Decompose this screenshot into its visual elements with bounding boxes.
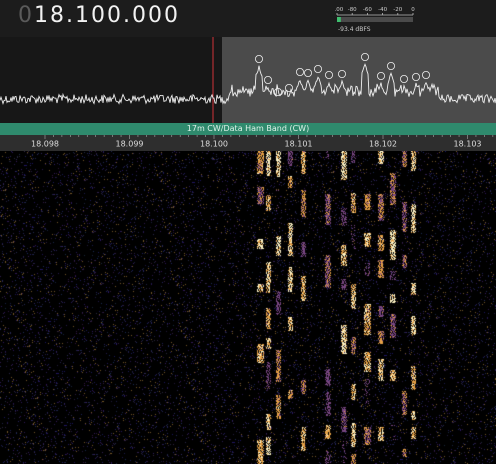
frequency-display[interactable]: 018.100.000 (18, 3, 180, 28)
signal-meter: -100 -80 -60 -40 -20 0 -93.4 dBFS (335, 7, 415, 33)
scale-label: 18.103 (454, 140, 482, 149)
frequency-scale[interactable]: 18.098 18.099 18.100 18.101 18.102 18.103 (0, 135, 496, 151)
passband-selection[interactable] (222, 37, 496, 123)
waterfall-display[interactable] (0, 151, 496, 464)
scale-label: 18.098 (31, 140, 59, 149)
scale-label: 18.099 (116, 140, 144, 149)
meter-tick-label: -60 (363, 7, 372, 13)
meter-track (337, 17, 413, 22)
scale-label: 18.102 (369, 140, 397, 149)
meter-tick-label: -80 (348, 7, 357, 13)
frequency-leading-digit: 0 (18, 3, 34, 28)
meter-level-bar (337, 17, 341, 22)
band-plan-bar[interactable]: 17m CW/Data Ham Band (CW) (0, 123, 496, 135)
meter-tick-label: 0 (411, 7, 415, 13)
scale-label: 18.101 (285, 140, 313, 149)
meter-tick-label: -40 (378, 7, 387, 13)
header-bar: 018.100.000 -100-80-60-40-200 -93.4 dBFS (0, 0, 496, 37)
meter-tick-label: -100 (335, 7, 344, 13)
meter-readout: -93.4 dBFS (338, 26, 371, 33)
spectrum-display[interactable] (0, 37, 496, 123)
meter-tick-label: -20 (393, 7, 402, 13)
frequency-value: 18.100.000 (34, 3, 180, 28)
scale-label: 18.100 (200, 140, 228, 149)
